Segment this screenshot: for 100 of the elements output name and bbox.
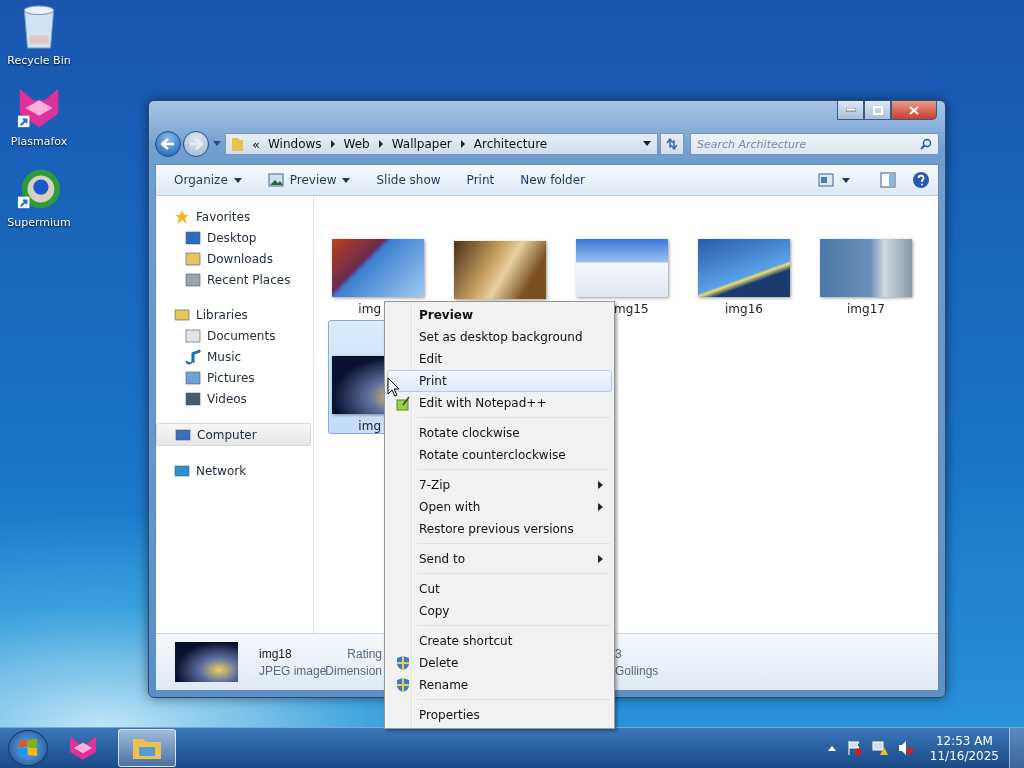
forward-arrow-icon xyxy=(189,138,203,150)
nav-icon xyxy=(174,306,190,323)
refresh-button[interactable] xyxy=(660,133,684,155)
menu-item[interactable]: Open with xyxy=(387,496,612,518)
caret-icon[interactable] xyxy=(842,177,850,183)
nav-icon xyxy=(175,426,191,443)
taskbar-app[interactable] xyxy=(118,729,176,767)
nav-item[interactable]: Pictures xyxy=(156,367,313,388)
breadcrumb[interactable]: Web xyxy=(343,137,370,151)
show-hidden-icons-caret[interactable] xyxy=(827,745,836,751)
search-field[interactable]: Search Architecture xyxy=(690,133,939,155)
photo-placeholder xyxy=(175,642,238,682)
menu-item[interactable]: Copy xyxy=(387,600,612,622)
property-label: Dimension xyxy=(325,663,382,678)
breadcrumb-arrow-icon[interactable] xyxy=(377,140,384,148)
windows-logo-icon xyxy=(17,737,39,759)
nav-item[interactable]: Music xyxy=(156,346,313,367)
toolbar-button[interactable]: Preview xyxy=(259,169,359,191)
file-name: img16 xyxy=(725,302,763,316)
help-icon[interactable] xyxy=(912,171,930,189)
desktop-icon-label[interactable]: Recycle Bin xyxy=(7,54,71,67)
shield-icon xyxy=(395,677,411,693)
preview-pane-icon[interactable] xyxy=(880,172,896,188)
network-icon[interactable] xyxy=(871,740,888,756)
breadcrumb-arrow-icon[interactable] xyxy=(329,140,336,148)
menu-item[interactable]: Create shortcut xyxy=(387,630,612,652)
nav-icon xyxy=(185,390,201,407)
forward-button[interactable] xyxy=(183,131,209,157)
nav-item[interactable]: Documents xyxy=(156,325,313,346)
folder-icon xyxy=(230,136,244,152)
menu-item[interactable]: Print xyxy=(387,370,612,392)
back-button[interactable] xyxy=(155,131,181,157)
overflow-chevron[interactable]: « xyxy=(252,136,260,152)
start-button[interactable] xyxy=(8,730,48,766)
toolbar-button[interactable]: Slide show xyxy=(368,169,449,191)
menu-item[interactable]: Properties xyxy=(387,704,612,726)
breadcrumb-arrow-icon[interactable] xyxy=(459,140,466,148)
clock-time[interactable]: 12:53 AM xyxy=(935,733,993,748)
nav-icon xyxy=(185,348,201,365)
menu-item[interactable]: 7-Zip xyxy=(387,474,612,496)
show-desktop-button[interactable] xyxy=(1009,728,1024,768)
maximize-icon xyxy=(872,105,883,115)
minimize-button[interactable] xyxy=(837,101,864,120)
maximize-button[interactable] xyxy=(864,101,891,120)
refresh-icon xyxy=(665,137,679,151)
property-value: 3 xyxy=(615,646,623,661)
recent-pages-caret-icon[interactable] xyxy=(213,141,221,147)
clock-date[interactable]: 11/16/2025 xyxy=(929,748,999,763)
toolbar-button[interactable]: New folder xyxy=(512,169,594,191)
search-icon[interactable] xyxy=(920,138,932,150)
nav-item[interactable]: Videos xyxy=(156,388,313,409)
nav-item[interactable]: Desktop xyxy=(156,227,313,248)
nav-item[interactable]: Computer xyxy=(156,423,311,446)
nav-icon xyxy=(185,327,201,344)
close-button[interactable] xyxy=(891,101,937,120)
nav-icon xyxy=(185,229,201,246)
toolbar-button[interactable]: Organize xyxy=(166,169,250,191)
flag-icon[interactable] xyxy=(845,740,862,756)
nav-item[interactable]: Favorites xyxy=(156,206,313,227)
file-name: img xyxy=(358,302,381,316)
submenu-arrow-icon xyxy=(598,481,603,489)
address-bar[interactable]: « Windows Web Wallpaper Architecture xyxy=(225,133,658,155)
property-label: Rating xyxy=(347,646,382,661)
menu-item[interactable]: Rename xyxy=(387,674,612,696)
nav-icon xyxy=(174,462,190,479)
caret-icon xyxy=(342,177,351,183)
menu-item[interactable]: Delete xyxy=(387,652,612,674)
breadcrumb[interactable]: Windows xyxy=(267,137,322,151)
caret-icon xyxy=(233,177,242,183)
shield-icon xyxy=(395,655,411,671)
minimize-icon xyxy=(845,108,856,112)
picture-icon xyxy=(267,173,284,187)
submenu-arrow-icon xyxy=(598,555,603,563)
view-options-icon[interactable] xyxy=(818,173,834,187)
file-name: img17 xyxy=(847,302,885,316)
nav-icon xyxy=(185,250,201,267)
close-icon xyxy=(909,105,919,115)
nav-item[interactable]: Network xyxy=(156,460,313,481)
mouse-cursor-icon xyxy=(387,377,401,397)
nav-icon xyxy=(174,208,190,225)
speaker-icon[interactable] xyxy=(897,740,914,756)
dropdown-caret-icon[interactable] xyxy=(643,141,651,147)
menu-item[interactable]: Send to xyxy=(387,548,612,570)
submenu-arrow-icon xyxy=(598,503,603,511)
menu-item[interactable]: Rotate counterclockwise xyxy=(387,444,612,466)
photo-placeholder[interactable] xyxy=(698,239,790,297)
menu-item[interactable]: Restore previous versions xyxy=(387,518,612,540)
file-name: img18 xyxy=(259,646,293,661)
nav-item[interactable]: Libraries xyxy=(156,304,313,325)
breadcrumb[interactable]: Architecture xyxy=(473,137,548,151)
desktop-icon-label[interactable]: Supermium xyxy=(7,216,71,229)
breadcrumb[interactable]: Wallpaper xyxy=(391,137,452,151)
desktop-icon-label[interactable]: Plasmafox xyxy=(10,135,68,148)
menu-item[interactable]: Cut xyxy=(387,578,612,600)
nav-item[interactable]: Downloads xyxy=(156,248,313,269)
nav-icon xyxy=(185,369,201,386)
nav-item[interactable]: Recent Places xyxy=(156,269,313,290)
file-type: JPEG image xyxy=(259,663,325,678)
toolbar-button[interactable]: Print xyxy=(458,169,503,191)
file-name: img xyxy=(358,419,381,433)
